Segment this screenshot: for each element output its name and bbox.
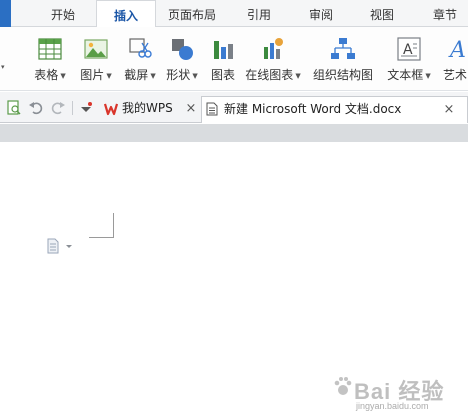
screenshot-icon	[129, 38, 152, 58]
tab-sections[interactable]: 章节	[422, 0, 468, 27]
wordart-button[interactable]: A 艺术	[440, 33, 468, 87]
paw-icon	[334, 377, 352, 395]
margin-corner-mark	[113, 213, 114, 238]
close-icon[interactable]: ×	[184, 96, 198, 121]
chevron-down-icon: ▼	[106, 71, 112, 80]
word-doc-icon	[206, 102, 218, 116]
undo-icon[interactable]	[28, 100, 44, 116]
picture-label: 图片	[80, 68, 105, 82]
svg-text:A: A	[448, 38, 466, 63]
chevron-down-icon: ▼	[150, 71, 156, 80]
baidu-watermark: Bai 经验 jingyan.baidu.com	[332, 370, 468, 418]
insert-ribbon: ▾ 表格 ▼ 图片 ▼ 截屏 ▼ 形状 ▼ 图表 在线图表 ▼ 组织结构图 A …	[0, 27, 468, 91]
screenshot-button[interactable]: 截屏 ▼	[120, 33, 160, 87]
document-ruler-gap	[0, 124, 468, 142]
chevron-down-icon: ▼	[192, 71, 198, 80]
tab-document-label: 新建 Microsoft Word 文档.docx	[224, 102, 402, 116]
chevron-down-icon: ▼	[425, 71, 431, 80]
screenshot-label: 截屏	[124, 68, 149, 82]
close-icon[interactable]: ×	[442, 97, 456, 122]
tab-references[interactable]: 引用	[236, 0, 282, 27]
textbox-button[interactable]: A 文本框 ▼	[384, 33, 434, 87]
org-chart-button[interactable]: 组织结构图	[310, 33, 376, 87]
textbox-label: 文本框	[387, 68, 424, 82]
wordart-label: 艺术	[443, 68, 468, 82]
tab-view[interactable]: 视图	[356, 0, 408, 27]
chevron-down-icon: ▼	[295, 71, 301, 80]
shapes-icon	[172, 39, 193, 60]
tab-my-wps-label: 我的WPS	[122, 101, 173, 115]
shapes-button[interactable]: 形状 ▼	[162, 33, 202, 87]
menu-tab-strip: 开始 插入 页面布局 引用 审阅 视图 章节	[0, 0, 468, 28]
watermark-url: jingyan.baidu.com	[356, 401, 429, 411]
table-icon	[38, 38, 62, 60]
online-chart-icon	[264, 38, 283, 59]
tab-insert[interactable]: 插入	[96, 0, 156, 28]
chart-label: 图表	[210, 68, 235, 82]
tab-start[interactable]: 开始	[38, 0, 88, 27]
org-chart-icon	[331, 38, 355, 59]
document-tab-bar: 我的WPS × 新建 Microsoft Word 文档.docx ×	[0, 92, 468, 123]
online-chart-button[interactable]: 在线图表 ▼	[242, 33, 304, 87]
print-preview-icon[interactable]	[6, 100, 22, 116]
tab-active-document[interactable]: 新建 Microsoft Word 文档.docx ×	[201, 96, 468, 123]
chevron-down-icon: ▼	[60, 71, 66, 80]
chart-icon	[214, 41, 233, 59]
chart-button[interactable]: 图表	[205, 33, 241, 87]
table-label: 表格	[34, 68, 59, 82]
toolbar-divider	[72, 101, 73, 115]
paragraph-layout-icon[interactable]	[46, 238, 74, 254]
picture-icon	[84, 39, 108, 59]
shapes-label: 形状	[166, 68, 191, 82]
tab-my-wps[interactable]: 我的WPS ×	[100, 96, 200, 123]
wps-logo-icon	[104, 103, 118, 116]
customize-toolbar-icon[interactable]	[78, 100, 94, 116]
tab-page-layout[interactable]: 页面布局	[162, 0, 222, 27]
wordart-icon: A	[448, 38, 466, 63]
online-chart-label: 在线图表	[245, 68, 294, 82]
ribbon-left-caret[interactable]: ▾	[1, 63, 5, 71]
table-button[interactable]: 表格 ▼	[30, 33, 70, 87]
redo-icon[interactable]	[50, 100, 66, 116]
tab-review[interactable]: 审阅	[296, 0, 346, 27]
picture-button[interactable]: 图片 ▼	[76, 33, 116, 87]
file-menu-button[interactable]	[0, 0, 11, 27]
org-chart-label: 组织结构图	[312, 68, 373, 82]
margin-corner-mark	[89, 237, 114, 238]
textbox-icon: A	[397, 37, 421, 61]
